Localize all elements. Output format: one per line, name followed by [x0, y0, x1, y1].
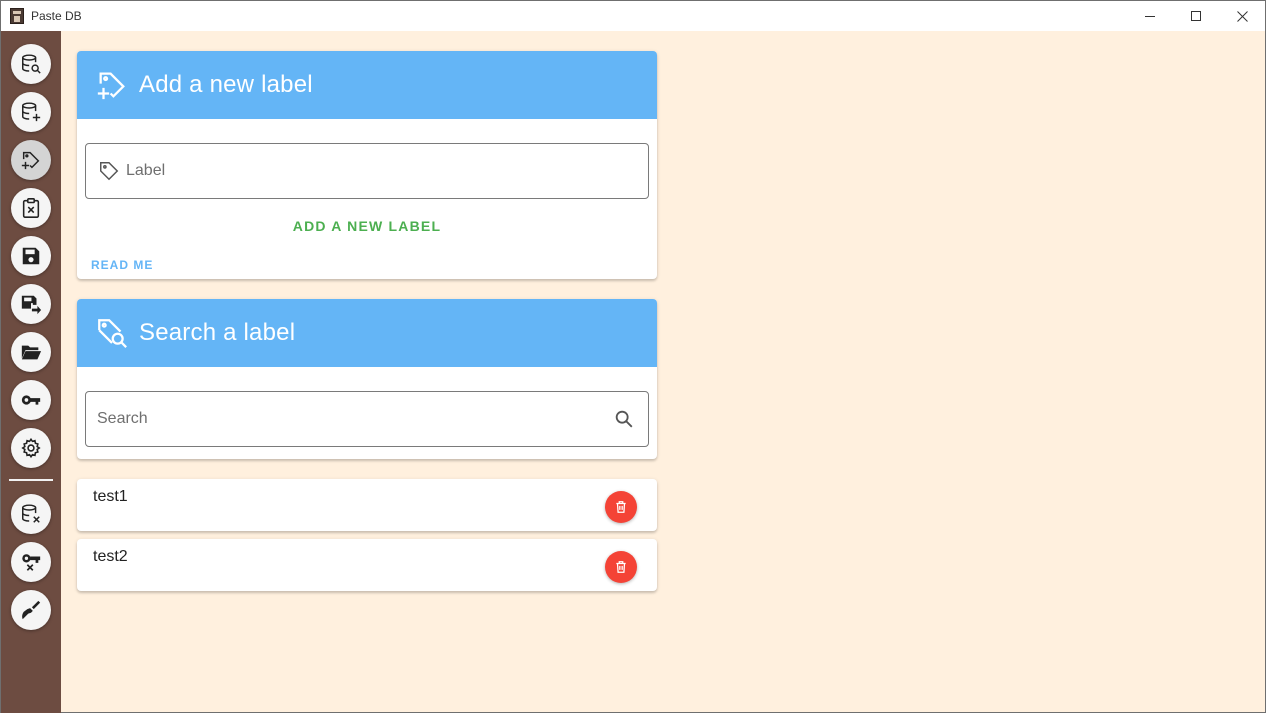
delete-label-button[interactable]	[605, 551, 637, 583]
title-bar: Paste DB	[1, 1, 1265, 31]
search-label-card-header: Search a label	[77, 299, 657, 367]
database-remove-icon	[22, 504, 40, 523]
minimize-icon	[1145, 16, 1155, 17]
tag-plus-icon	[97, 72, 125, 100]
sidebar-item-key[interactable]	[11, 380, 51, 420]
sidebar-item-save-move[interactable]	[11, 284, 51, 324]
search-input[interactable]	[97, 392, 597, 446]
label-field[interactable]	[85, 143, 649, 199]
close-icon	[1236, 10, 1248, 22]
sidebar-divider	[9, 479, 53, 481]
search-label-title: Search a label	[139, 319, 296, 346]
add-label-title: Add a new label	[139, 71, 313, 98]
delete-label-button[interactable]	[605, 491, 637, 523]
database-plus-icon	[22, 102, 41, 122]
list-item: test2	[77, 539, 657, 591]
window-controls	[1127, 1, 1265, 31]
add-label-card-header: Add a new label	[77, 51, 657, 119]
app-logo-icon	[10, 8, 24, 24]
maximize-icon	[1191, 11, 1201, 21]
sidebar-item-save[interactable]	[11, 236, 51, 276]
key-remove-icon	[22, 554, 41, 571]
label-text: test1	[93, 488, 128, 505]
cog-icon	[21, 437, 41, 459]
sidebar-item-add-database[interactable]	[11, 92, 51, 132]
database-search-icon	[22, 54, 41, 74]
key-icon	[21, 395, 41, 405]
label-text: test2	[93, 548, 128, 565]
sidebar-item-clean[interactable]	[11, 590, 51, 630]
clipboard-remove-icon	[22, 198, 40, 218]
minimize-button[interactable]	[1127, 1, 1173, 31]
sidebar-item-search-database[interactable]	[11, 44, 51, 84]
window-title: Paste DB	[31, 9, 82, 23]
broom-icon	[22, 600, 41, 620]
trash-icon	[616, 501, 626, 513]
sidebar-item-open-folder[interactable]	[11, 332, 51, 372]
sidebar-item-remove-database[interactable]	[11, 494, 51, 534]
content-save-move-icon	[21, 295, 42, 315]
content-save-icon	[22, 247, 40, 265]
app-window: Paste DB Add a new label Label ADD A NEW…	[0, 0, 1266, 713]
tag-icon	[100, 162, 119, 181]
search-field[interactable]	[85, 391, 649, 447]
label-input[interactable]	[126, 144, 626, 198]
sidebar-item-settings[interactable]	[11, 428, 51, 468]
tag-search-icon	[98, 319, 127, 348]
add-label-card: Add a new label ADD A NEW LABEL READ ME	[77, 51, 657, 279]
trash-icon	[616, 561, 626, 573]
readme-link[interactable]: READ ME	[91, 258, 153, 272]
tag-plus-icon	[21, 151, 40, 170]
maximize-button[interactable]	[1173, 1, 1219, 31]
sidebar-item-add-label[interactable]	[11, 140, 51, 180]
sidebar	[1, 31, 61, 713]
close-button[interactable]	[1219, 1, 1265, 31]
folder-open-icon	[21, 345, 42, 360]
search-icon[interactable]	[613, 408, 635, 430]
add-label-button[interactable]: ADD A NEW LABEL	[77, 218, 657, 234]
sidebar-item-remove-key[interactable]	[11, 542, 51, 582]
search-label-card: Search a label	[77, 299, 657, 459]
sidebar-item-clipboard-remove[interactable]	[11, 188, 51, 228]
list-item: test1	[77, 479, 657, 531]
